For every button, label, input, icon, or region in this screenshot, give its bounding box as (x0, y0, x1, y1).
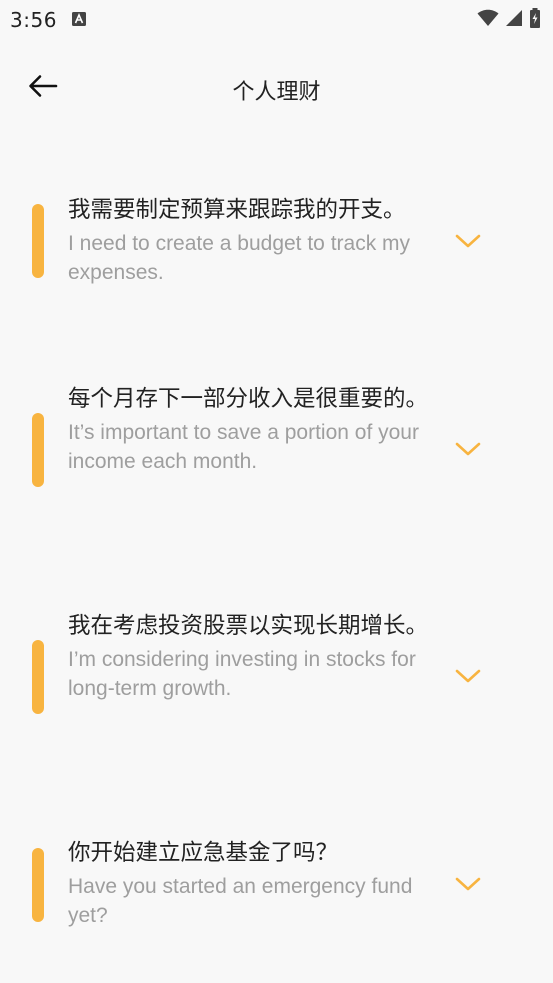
phrase-english: It’s important to save a portion of your… (68, 421, 419, 473)
phrase-chinese: 我在考虑投资股票以实现长期增长。 (68, 613, 429, 639)
chevron-down-icon[interactable] (454, 667, 482, 685)
battery-icon (529, 8, 541, 32)
card-text: 每个月存下一部分收入是很重要的。 It’s important to save … (68, 382, 438, 476)
card-accent-bar (32, 204, 44, 278)
chevron-down-icon[interactable] (454, 875, 482, 893)
phrase-english: I need to create a budget to track my ex… (68, 232, 411, 284)
phrase-chinese: 每个月存下一部分收入是很重要的。 (68, 386, 429, 412)
card-text: 我需要制定预算来跟踪我的开支。 I need to create a budge… (68, 193, 438, 287)
status-time: 3:56 (10, 8, 57, 32)
phrase-card[interactable]: 你开始建立应急基金了吗？ Have you started an emergen… (0, 834, 553, 944)
card-text: 你开始建立应急基金了吗？ Have you started an emergen… (68, 836, 438, 930)
chevron-down-icon[interactable] (454, 232, 482, 250)
status-bar: 3:56 (0, 0, 553, 40)
phrase-english: Have you started an emergency fund yet? (68, 875, 413, 927)
card-text: 我在考虑投资股票以实现长期增长。 I’m considering investi… (68, 609, 438, 703)
phrase-list-screen: 3:56 个人理财 我需要制定预算来跟踪我的开支。 I need to crea… (0, 0, 553, 983)
card-accent-bar (32, 640, 44, 714)
signal-icon (505, 9, 523, 31)
card-accent-bar (32, 413, 44, 487)
wifi-icon (477, 9, 499, 31)
phrase-card[interactable]: 我需要制定预算来跟踪我的开支。 I need to create a budge… (0, 190, 553, 300)
phrase-card[interactable]: 每个月存下一部分收入是很重要的。 It’s important to save … (0, 380, 553, 520)
phrase-chinese: 我需要制定预算来跟踪我的开支。 (68, 197, 406, 223)
status-icons (477, 8, 541, 32)
page-title: 个人理财 (232, 80, 321, 105)
notification-a-icon (72, 11, 86, 26)
card-accent-bar (32, 848, 44, 922)
phrase-chinese: 你开始建立应急基金了吗？ (68, 840, 339, 866)
phrase-english: I’m considering investing in stocks for … (68, 648, 416, 700)
phrase-card[interactable]: 我在考虑投资股票以实现长期增长。 I’m considering investi… (0, 607, 553, 747)
app-bar: 个人理财 (0, 60, 553, 116)
chevron-down-icon[interactable] (454, 440, 482, 458)
